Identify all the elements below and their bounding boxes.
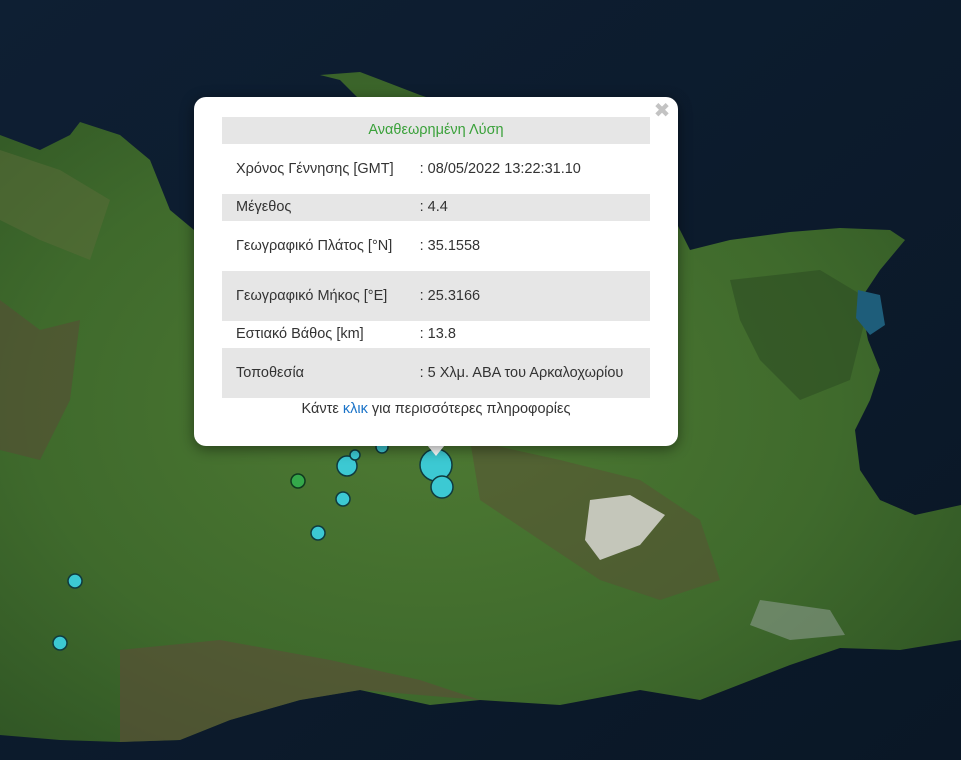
popup-title-row: Αναθεωρημένη Λύση: [222, 117, 650, 144]
info-label: Γεωγραφικό Μήκος [°E]: [222, 271, 416, 321]
more-info-line: Κάντε κλικ για περισσότερες πληροφορίες: [194, 401, 678, 417]
more-info-suffix: για περισσότερες πληροφορίες: [367, 401, 571, 417]
info-row-location: Τοποθεσία : 5 Χλμ. ΑΒΑ του Αρκαλοχωρίου: [222, 348, 650, 398]
earthquake-marker-green[interactable]: [290, 473, 306, 489]
info-value: : 5 Χλμ. ΑΒΑ του Αρκαλοχωρίου: [415, 348, 650, 398]
earthquake-info-popup: ✖ Αναθεωρημένη Λύση Χρόνος Γέννησης [GMT…: [194, 97, 678, 446]
info-label: Τοποθεσία: [222, 348, 416, 398]
info-row-latitude: Γεωγραφικό Πλάτος [°N] : 35.1558: [222, 221, 650, 271]
earthquake-marker[interactable]: [310, 525, 326, 541]
info-value: : 13.8: [419, 326, 456, 342]
popup-title: Αναθεωρημένη Λύση: [222, 117, 650, 144]
earthquake-marker[interactable]: [67, 573, 83, 589]
info-value: : 4.4: [415, 194, 650, 221]
info-label: Εστιακό Βάθος [km]: [236, 326, 364, 342]
more-info-prefix: Κάντε: [301, 401, 343, 417]
info-row-origin-time: Χρόνος Γέννησης [GMT] : 08/05/2022 13:22…: [222, 144, 650, 194]
earthquake-marker[interactable]: [52, 635, 68, 651]
info-row-depth: Εστιακό Βάθος [km] : 13.8: [222, 321, 650, 348]
info-label: Γεωγραφικό Πλάτος [°N]: [236, 237, 393, 254]
info-value: : 25.3166: [415, 271, 650, 321]
info-value: : 35.1558: [419, 237, 481, 254]
info-row-magnitude: Μέγεθος : 4.4: [222, 194, 650, 221]
earthquake-marker[interactable]: [430, 475, 454, 499]
earthquake-marker[interactable]: [349, 449, 361, 461]
info-row-longitude: Γεωγραφικό Μήκος [°E] : 25.3166: [222, 271, 650, 321]
earthquake-marker[interactable]: [335, 491, 351, 507]
info-value: : 08/05/2022 13:22:31.10: [419, 160, 581, 177]
close-icon[interactable]: ✖: [652, 101, 672, 121]
info-label: Μέγεθος: [222, 194, 416, 221]
info-label: Χρόνος Γέννησης [GMT]: [236, 160, 394, 177]
earthquake-info-table: Αναθεωρημένη Λύση Χρόνος Γέννησης [GMT] …: [222, 117, 650, 398]
more-info-link[interactable]: κλικ: [343, 401, 368, 417]
